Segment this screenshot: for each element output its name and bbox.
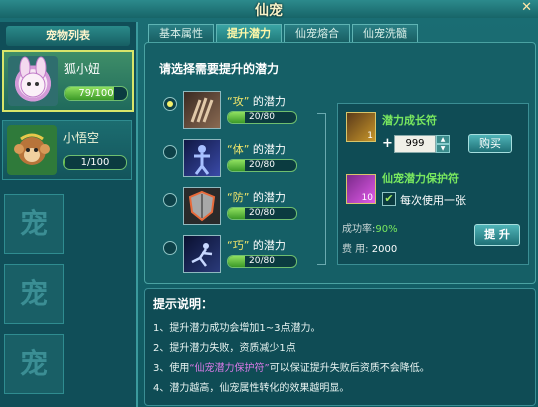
body-icon — [183, 139, 221, 177]
potential-bar: 20/80 — [227, 255, 297, 268]
item-count: 10 — [361, 193, 373, 203]
empty-pet-slot[interactable]: 宠 — [4, 334, 64, 394]
growth-item-title: 潜力成长符 — [382, 114, 437, 127]
upgrade-button[interactable]: 提 升 — [474, 224, 520, 246]
use-one-checkbox[interactable]: ✔ — [382, 192, 396, 206]
pet-name: 狐小妞 — [64, 62, 101, 76]
potential-radio[interactable] — [163, 97, 177, 111]
potential-label: “巧” 的潜力 — [227, 239, 286, 252]
hint-line: 2、提升潜力失败，资质减少1点 — [153, 343, 296, 354]
pet-window: 仙宠 ✕ 宠物列表 狐小妞 79/100 小悟空 1/100 宠 宠 宠 基本属… — [0, 0, 538, 407]
tab-pet-fusion[interactable]: 仙宠熔合 — [284, 24, 350, 43]
pet-list-panel: 宠物列表 狐小妞 79/100 小悟空 1/100 宠 宠 宠 — [0, 22, 138, 407]
pet-exp-text: 1/100 — [80, 157, 110, 168]
potential-row-agility[interactable]: “巧” 的潜力 20/80 — [161, 235, 321, 277]
pet-name: 小悟空 — [63, 131, 100, 145]
rabbit-pet-icon — [8, 56, 58, 106]
hint-line: 4、潜力越高，仙宠属性转化的效果越明显。 — [153, 383, 350, 394]
pet-list-header: 宠物列表 — [6, 26, 130, 46]
empty-pet-slot[interactable]: 宠 — [4, 264, 64, 324]
potential-row-body[interactable]: “体” 的潜力 20/80 — [161, 139, 321, 181]
potential-row-defense[interactable]: “防” 的潜力 20/80 — [161, 187, 321, 229]
pet-exp-bar: 1/100 — [63, 155, 127, 170]
tab-basic-attributes[interactable]: 基本属性 — [148, 24, 214, 43]
potential-panel: 请选择需要提升的潜力 “攻” 的潜力 20/80 “体” 的潜力 20/80 “… — [144, 42, 536, 284]
title-bar[interactable]: 仙宠 ✕ — [0, 0, 538, 19]
success-rate: 成功率:90% — [342, 224, 398, 235]
pet-exp-text: 79/100 — [78, 88, 114, 99]
potential-value: 20/80 — [249, 208, 275, 218]
potential-value: 20/80 — [249, 256, 275, 266]
potential-label: “攻” 的潜力 — [227, 95, 286, 108]
potential-value: 20/80 — [249, 112, 275, 122]
quantity-input[interactable]: 999 — [394, 135, 436, 153]
tab-pet-refine[interactable]: 仙宠洗髓 — [352, 24, 418, 43]
potential-label: “体” 的潜力 — [227, 143, 286, 156]
hint-line: 3、使用“仙宠潜力保护符”可以保证提升失败后资质不会降低。 — [153, 363, 430, 374]
claw-icon — [183, 91, 221, 129]
scroll-item-icon[interactable]: 1 — [346, 112, 376, 142]
potential-row-attack[interactable]: “攻” 的潜力 20/80 — [161, 91, 321, 133]
item-count: 1 — [367, 131, 373, 141]
potential-label: “防” 的潜力 — [227, 191, 286, 204]
potential-value: 20/80 — [249, 160, 275, 170]
hint-line: 1、提升潜力成功会增加1~3点潜力。 — [153, 323, 321, 334]
selection-bracket — [317, 113, 326, 265]
pet-item-2[interactable]: 小悟空 1/100 — [2, 120, 132, 180]
protect-item-title: 仙宠潜力保护符 — [382, 172, 459, 185]
shield-icon — [183, 187, 221, 225]
potential-bar: 20/80 — [227, 111, 297, 124]
potential-radio[interactable] — [163, 241, 177, 255]
hint-panel: 提示说明： 1、提升潜力成功会增加1~3点潜力。 2、提升潜力失败，资质减少1点… — [144, 288, 536, 406]
potential-radio[interactable] — [163, 193, 177, 207]
monkey-pet-icon — [7, 125, 57, 175]
agility-icon — [183, 235, 221, 273]
close-icon[interactable]: ✕ — [521, 0, 532, 15]
hint-title: 提示说明： — [153, 297, 214, 311]
window-title: 仙宠 — [255, 3, 283, 19]
use-one-label: 每次使用一张 — [400, 194, 466, 207]
upgrade-items-box: 1 潜力成长符 + 999 ▲ ▼ 购买 10 仙宠潜力保护符 ✔ 每次使用一张… — [337, 103, 529, 265]
cost: 费 用: 2000 — [342, 244, 398, 255]
plus-icon: + — [382, 136, 393, 151]
empty-pet-slot[interactable]: 宠 — [4, 194, 64, 254]
buy-button[interactable]: 购买 — [468, 134, 512, 153]
pet-exp-bar: 79/100 — [64, 86, 128, 101]
potential-bar: 20/80 — [227, 159, 297, 172]
decrement-icon[interactable]: ▼ — [436, 144, 450, 153]
charm-item-icon[interactable]: 10 — [346, 174, 376, 204]
select-potential-prompt: 请选择需要提升的潜力 — [159, 62, 280, 76]
potential-bar: 20/80 — [227, 207, 297, 220]
tab-potential-upgrade[interactable]: 提升潜力 — [216, 24, 282, 43]
increment-icon[interactable]: ▲ — [436, 135, 450, 144]
pet-item-1[interactable]: 狐小妞 79/100 — [2, 50, 134, 112]
potential-radio[interactable] — [163, 145, 177, 159]
